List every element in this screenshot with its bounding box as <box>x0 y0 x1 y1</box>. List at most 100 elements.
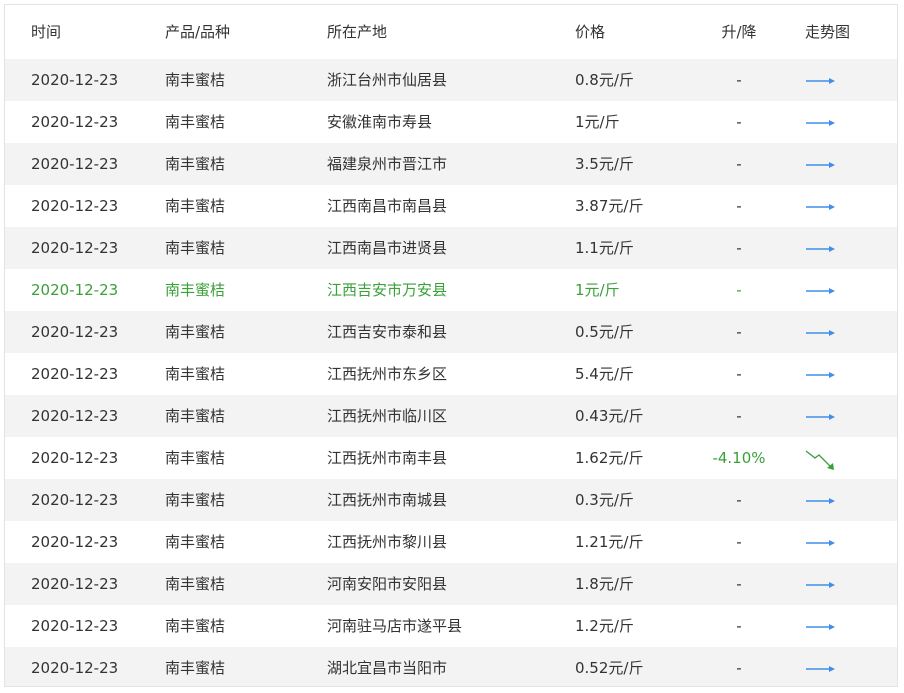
row-product[interactable]: 南丰蜜桔 <box>165 563 315 605</box>
row-location[interactable]: 江西抚州市南丰县 <box>327 437 567 479</box>
table-row[interactable]: 2020-12-23 南丰蜜桔 江西抚州市临川区 0.43元/斤 - <box>5 395 897 437</box>
row-price: 1.21元/斤 <box>575 533 644 551</box>
row-location[interactable]: 江西抚州市南城县 <box>327 479 567 521</box>
flat-arrow-icon[interactable] <box>805 227 837 269</box>
flat-arrow-icon[interactable] <box>805 647 837 687</box>
row-product[interactable]: 南丰蜜桔 <box>165 185 315 227</box>
flat-arrow-icon[interactable] <box>805 269 837 311</box>
row-date: 2020-12-23 <box>31 365 119 383</box>
row-product[interactable]: 南丰蜜桔 <box>165 353 315 395</box>
row-product[interactable]: 南丰蜜桔 <box>165 647 315 686</box>
flat-arrow-icon[interactable] <box>805 353 837 395</box>
table-row[interactable]: 2020-12-23 南丰蜜桔 江西抚州市黎川县 1.21元/斤 - <box>5 521 897 563</box>
row-date: 2020-12-23 <box>31 197 119 215</box>
header-date: 时间 <box>31 23 62 41</box>
row-product[interactable]: 南丰蜜桔 <box>165 101 315 143</box>
row-location[interactable]: 江西抚州市临川区 <box>327 395 567 437</box>
flat-arrow-icon[interactable] <box>805 59 837 101</box>
row-trend[interactable] <box>805 143 865 185</box>
row-change: - <box>736 407 742 425</box>
row-location[interactable]: 江西吉安市泰和县 <box>327 311 567 353</box>
row-trend[interactable] <box>805 269 865 311</box>
table-row[interactable]: 2020-12-23 南丰蜜桔 江西抚州市南丰县 1.62元/斤 -4.10% <box>5 437 897 479</box>
row-price: 1.8元/斤 <box>575 575 634 593</box>
row-trend[interactable] <box>805 563 865 605</box>
table-row[interactable]: 2020-12-23 南丰蜜桔 安徽淮南市寿县 1元/斤 - <box>5 101 897 143</box>
row-product[interactable]: 南丰蜜桔 <box>165 521 315 563</box>
row-price: 1.2元/斤 <box>575 617 634 635</box>
row-price: 0.8元/斤 <box>575 71 634 89</box>
row-product[interactable]: 南丰蜜桔 <box>165 227 315 269</box>
row-location[interactable]: 湖北宜昌市当阳市 <box>327 647 567 686</box>
flat-arrow-icon[interactable] <box>805 563 837 605</box>
row-product[interactable]: 南丰蜜桔 <box>165 269 315 311</box>
row-location[interactable]: 河南驻马店市遂平县 <box>327 605 567 647</box>
table-row[interactable]: 2020-12-23 南丰蜜桔 江西吉安市万安县 1元/斤 - <box>5 269 897 311</box>
down-arrow-icon[interactable] <box>805 437 837 479</box>
row-product[interactable]: 南丰蜜桔 <box>165 59 315 101</box>
flat-arrow-icon[interactable] <box>805 479 837 521</box>
table-row[interactable]: 2020-12-23 南丰蜜桔 河南安阳市安阳县 1.8元/斤 - <box>5 563 897 605</box>
row-product[interactable]: 南丰蜜桔 <box>165 395 315 437</box>
row-trend[interactable] <box>805 521 865 563</box>
row-trend[interactable] <box>805 101 865 143</box>
row-product[interactable]: 南丰蜜桔 <box>165 605 315 647</box>
table-row[interactable]: 2020-12-23 南丰蜜桔 湖北宜昌市当阳市 0.52元/斤 - <box>5 647 897 687</box>
header-location: 所在产地 <box>327 23 388 41</box>
row-trend[interactable] <box>805 353 865 395</box>
flat-arrow-icon[interactable] <box>805 101 837 143</box>
row-trend[interactable] <box>805 185 865 227</box>
row-trend[interactable] <box>805 479 865 521</box>
flat-arrow-icon[interactable] <box>805 311 837 353</box>
table-row[interactable]: 2020-12-23 南丰蜜桔 江西抚州市南城县 0.3元/斤 - <box>5 479 897 521</box>
row-date: 2020-12-23 <box>31 491 119 509</box>
table-row[interactable]: 2020-12-23 南丰蜜桔 江西抚州市东乡区 5.4元/斤 - <box>5 353 897 395</box>
row-change: - <box>736 617 742 635</box>
flat-arrow-icon[interactable] <box>805 143 837 185</box>
row-trend[interactable] <box>805 605 865 647</box>
table-row[interactable]: 2020-12-23 南丰蜜桔 浙江台州市仙居县 0.8元/斤 - <box>5 59 897 101</box>
header-product: 产品/品种 <box>165 23 231 41</box>
row-location[interactable]: 江西南昌市进贤县 <box>327 227 567 269</box>
row-product[interactable]: 南丰蜜桔 <box>165 311 315 353</box>
row-trend[interactable] <box>805 227 865 269</box>
row-product[interactable]: 南丰蜜桔 <box>165 437 315 479</box>
row-location[interactable]: 福建泉州市晋江市 <box>327 143 567 185</box>
row-change: - <box>736 239 742 257</box>
table-row[interactable]: 2020-12-23 南丰蜜桔 江西南昌市进贤县 1.1元/斤 - <box>5 227 897 269</box>
flat-arrow-icon[interactable] <box>805 521 837 563</box>
row-trend[interactable] <box>805 395 865 437</box>
row-location[interactable]: 江西吉安市万安县 <box>327 269 567 311</box>
row-location[interactable]: 浙江台州市仙居县 <box>327 59 567 101</box>
row-change: - <box>736 533 742 551</box>
row-date: 2020-12-23 <box>31 659 119 677</box>
row-location[interactable]: 安徽淮南市寿县 <box>327 101 567 143</box>
row-price: 0.5元/斤 <box>575 323 634 341</box>
row-trend[interactable] <box>805 647 865 687</box>
row-location[interactable]: 江西抚州市东乡区 <box>327 353 567 395</box>
table-row[interactable]: 2020-12-23 南丰蜜桔 江西吉安市泰和县 0.5元/斤 - <box>5 311 897 353</box>
row-price: 1.62元/斤 <box>575 449 644 467</box>
header-trend: 走势图 <box>805 23 851 41</box>
row-product[interactable]: 南丰蜜桔 <box>165 143 315 185</box>
row-price: 3.87元/斤 <box>575 197 644 215</box>
table-row[interactable]: 2020-12-23 南丰蜜桔 河南驻马店市遂平县 1.2元/斤 - <box>5 605 897 647</box>
row-product[interactable]: 南丰蜜桔 <box>165 479 315 521</box>
row-location[interactable]: 江西抚州市黎川县 <box>327 521 567 563</box>
flat-arrow-icon[interactable] <box>805 605 837 647</box>
price-table: 时间 产品/品种 所在产地 价格 升/降 走势图 2020-12-23 南丰蜜桔浙… <box>4 4 898 687</box>
row-price: 1.1元/斤 <box>575 239 634 257</box>
row-trend[interactable] <box>805 59 865 101</box>
flat-arrow-icon[interactable] <box>805 395 837 437</box>
row-trend[interactable] <box>805 437 865 479</box>
table-row[interactable]: 2020-12-23 南丰蜜桔 福建泉州市晋江市 3.5元/斤 - <box>5 143 897 185</box>
flat-arrow-icon[interactable] <box>805 185 837 227</box>
row-location[interactable]: 河南安阳市安阳县 <box>327 563 567 605</box>
row-location[interactable]: 江西南昌市南昌县 <box>327 185 567 227</box>
row-price: 1元/斤 <box>575 281 620 299</box>
row-trend[interactable] <box>805 311 865 353</box>
row-date: 2020-12-23 <box>31 407 119 425</box>
row-price: 5.4元/斤 <box>575 365 634 383</box>
row-change: - <box>736 197 742 215</box>
table-row[interactable]: 2020-12-23 南丰蜜桔 江西南昌市南昌县 3.87元/斤 - <box>5 185 897 227</box>
